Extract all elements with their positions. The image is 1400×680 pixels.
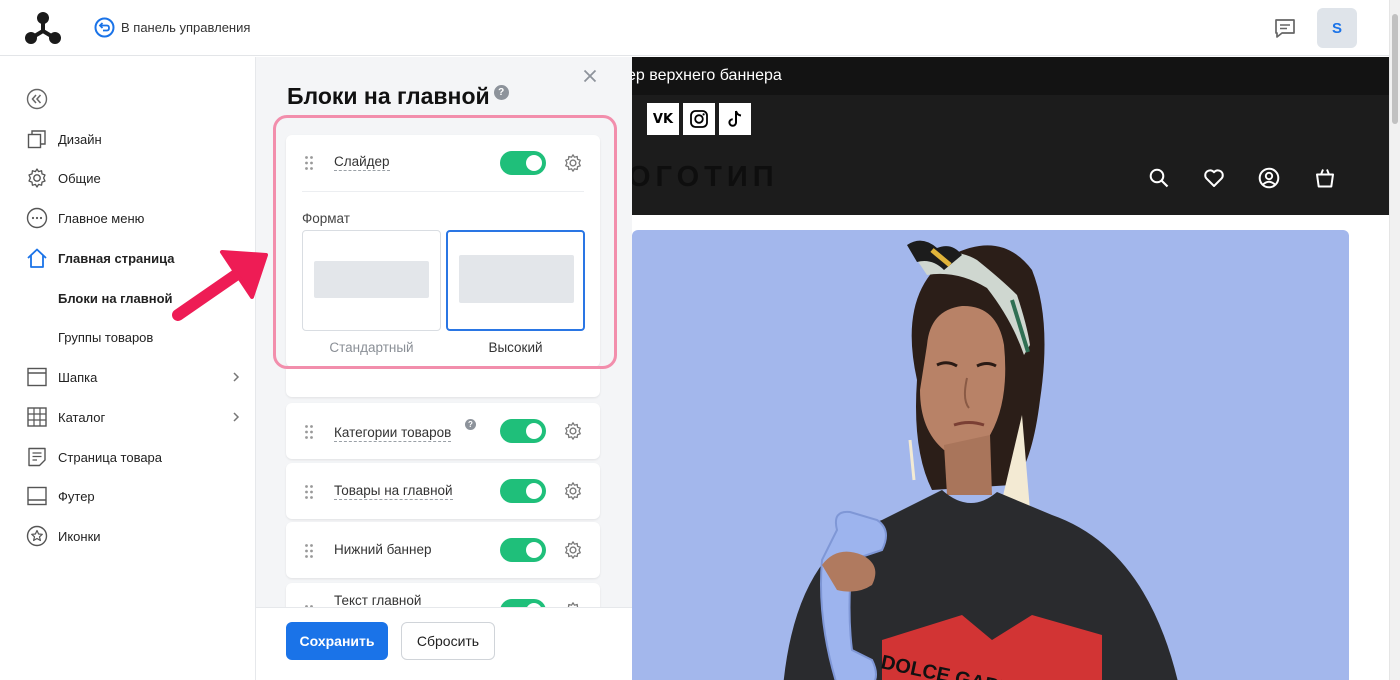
hero-illustration: DOLCE GABBANA — [783, 240, 1178, 680]
footer-layout-icon — [27, 486, 47, 506]
sidebar-item-label: Дизайн — [58, 131, 102, 147]
sidebar-item-catalog[interactable]: Каталог — [26, 405, 246, 429]
save-button[interactable]: Сохранить — [286, 622, 388, 660]
sidebar: Дизайн Общие Главное меню Главная страни… — [0, 57, 256, 680]
help-icon[interactable]: ? — [493, 85, 509, 101]
collapse-sidebar-icon[interactable] — [26, 88, 48, 110]
block-card: Товары на главной — [286, 463, 600, 519]
star-icon — [26, 525, 48, 547]
site-header: VK ОГОТИП — [632, 95, 1389, 215]
top-banner-text: ер верхнего баннера — [632, 67, 782, 84]
site-logo[interactable]: ОГОТИП — [632, 161, 779, 194]
cart-icon[interactable] — [1314, 167, 1336, 189]
product-page-icon — [28, 447, 46, 467]
help-icon[interactable]: ? — [465, 419, 476, 430]
drag-handle-icon[interactable] — [304, 543, 314, 559]
gear-icon[interactable] — [563, 421, 583, 441]
avatar[interactable]: S — [1317, 8, 1357, 48]
header-layout-icon — [27, 367, 47, 387]
block-label[interactable]: Нижний баннер — [334, 542, 431, 558]
page-scrollbar[interactable] — [1389, 0, 1400, 680]
sidebar-item-label: Каталог — [58, 409, 106, 425]
top-bar: В панель управления S — [0, 0, 1400, 56]
tiktok-icon[interactable] — [719, 103, 751, 135]
top-banner: ер верхнего баннера — [632, 57, 1389, 95]
sidebar-item-label: Блоки на главной — [58, 290, 173, 306]
sidebar-item-footer[interactable]: Футер — [26, 484, 246, 508]
drag-handle-icon[interactable] — [304, 424, 314, 440]
account-icon[interactable] — [1258, 167, 1280, 189]
sidebar-item-label: Главная страница — [58, 250, 175, 266]
panel-title: Блоки на главной? — [287, 83, 509, 110]
pointer-arrow-icon — [172, 250, 268, 321]
chat-icon[interactable] — [1273, 16, 1297, 40]
sidebar-item-header[interactable]: Шапка — [26, 365, 246, 389]
vk-icon[interactable]: VK — [647, 103, 679, 135]
scrollbar-thumb[interactable] — [1392, 14, 1398, 124]
heart-icon[interactable] — [1203, 167, 1225, 189]
slider-card-bottom — [286, 367, 600, 397]
search-icon[interactable] — [1148, 167, 1170, 189]
hero-slider-image[interactable]: DOLCE GABBANA — [632, 230, 1349, 680]
sidebar-item-label: Иконки — [58, 528, 101, 544]
gear-icon[interactable] — [563, 540, 583, 560]
menu-dots-icon — [26, 207, 48, 229]
instagram-icon[interactable] — [683, 103, 715, 135]
tiktok-glyph — [728, 110, 742, 127]
sidebar-item-label: Страница товара — [58, 449, 163, 465]
sidebar-item-label: Шапка — [58, 369, 98, 385]
sidebar-item-label: Группы товаров — [58, 329, 154, 345]
sidebar-item-label: Общие — [58, 170, 101, 186]
instagram-glyph — [690, 110, 708, 128]
block-label[interactable]: Товары на главной — [334, 483, 453, 500]
block-label[interactable]: Категории товаров — [334, 425, 452, 442]
sidebar-item-icons[interactable]: Иконки — [26, 524, 246, 548]
back-arrow-icon — [94, 17, 115, 38]
sidebar-item-label: Главное меню — [58, 210, 145, 226]
gear-icon[interactable] — [563, 481, 583, 501]
block-card: Нижний баннер — [286, 522, 600, 578]
sidebar-item-general[interactable]: Общие — [26, 166, 246, 190]
grid-icon — [27, 407, 47, 427]
back-to-dashboard-link[interactable]: В панель управления — [94, 17, 250, 38]
block-toggle[interactable] — [500, 479, 546, 503]
store-preview: ер верхнего баннера VK ОГОТИП — [632, 57, 1389, 680]
panel-footer: Сохранить Сбросить — [256, 607, 632, 680]
home-icon — [27, 248, 47, 268]
sidebar-item-design[interactable]: Дизайн — [26, 127, 246, 151]
back-link-label: В панель управления — [121, 20, 251, 35]
block-toggle[interactable] — [500, 538, 546, 562]
sidebar-item-product-page[interactable]: Страница товара — [26, 445, 246, 469]
app-logo[interactable] — [24, 11, 62, 45]
chevron-right-icon — [233, 412, 240, 422]
gear-icon — [28, 168, 46, 188]
block-card: Категории товаров ? — [286, 403, 600, 459]
sidebar-item-label: Футер — [58, 488, 95, 504]
design-icon — [27, 130, 46, 149]
highlight-frame — [273, 115, 617, 369]
reset-button[interactable]: Сбросить — [401, 622, 495, 660]
drag-handle-icon[interactable] — [304, 484, 314, 500]
chevron-right-icon — [233, 372, 240, 382]
sidebar-item-main-menu[interactable]: Главное меню — [26, 206, 246, 230]
panel-title-text: Блоки на главной — [287, 83, 490, 109]
block-toggle[interactable] — [500, 419, 546, 443]
close-icon[interactable] — [583, 69, 597, 83]
